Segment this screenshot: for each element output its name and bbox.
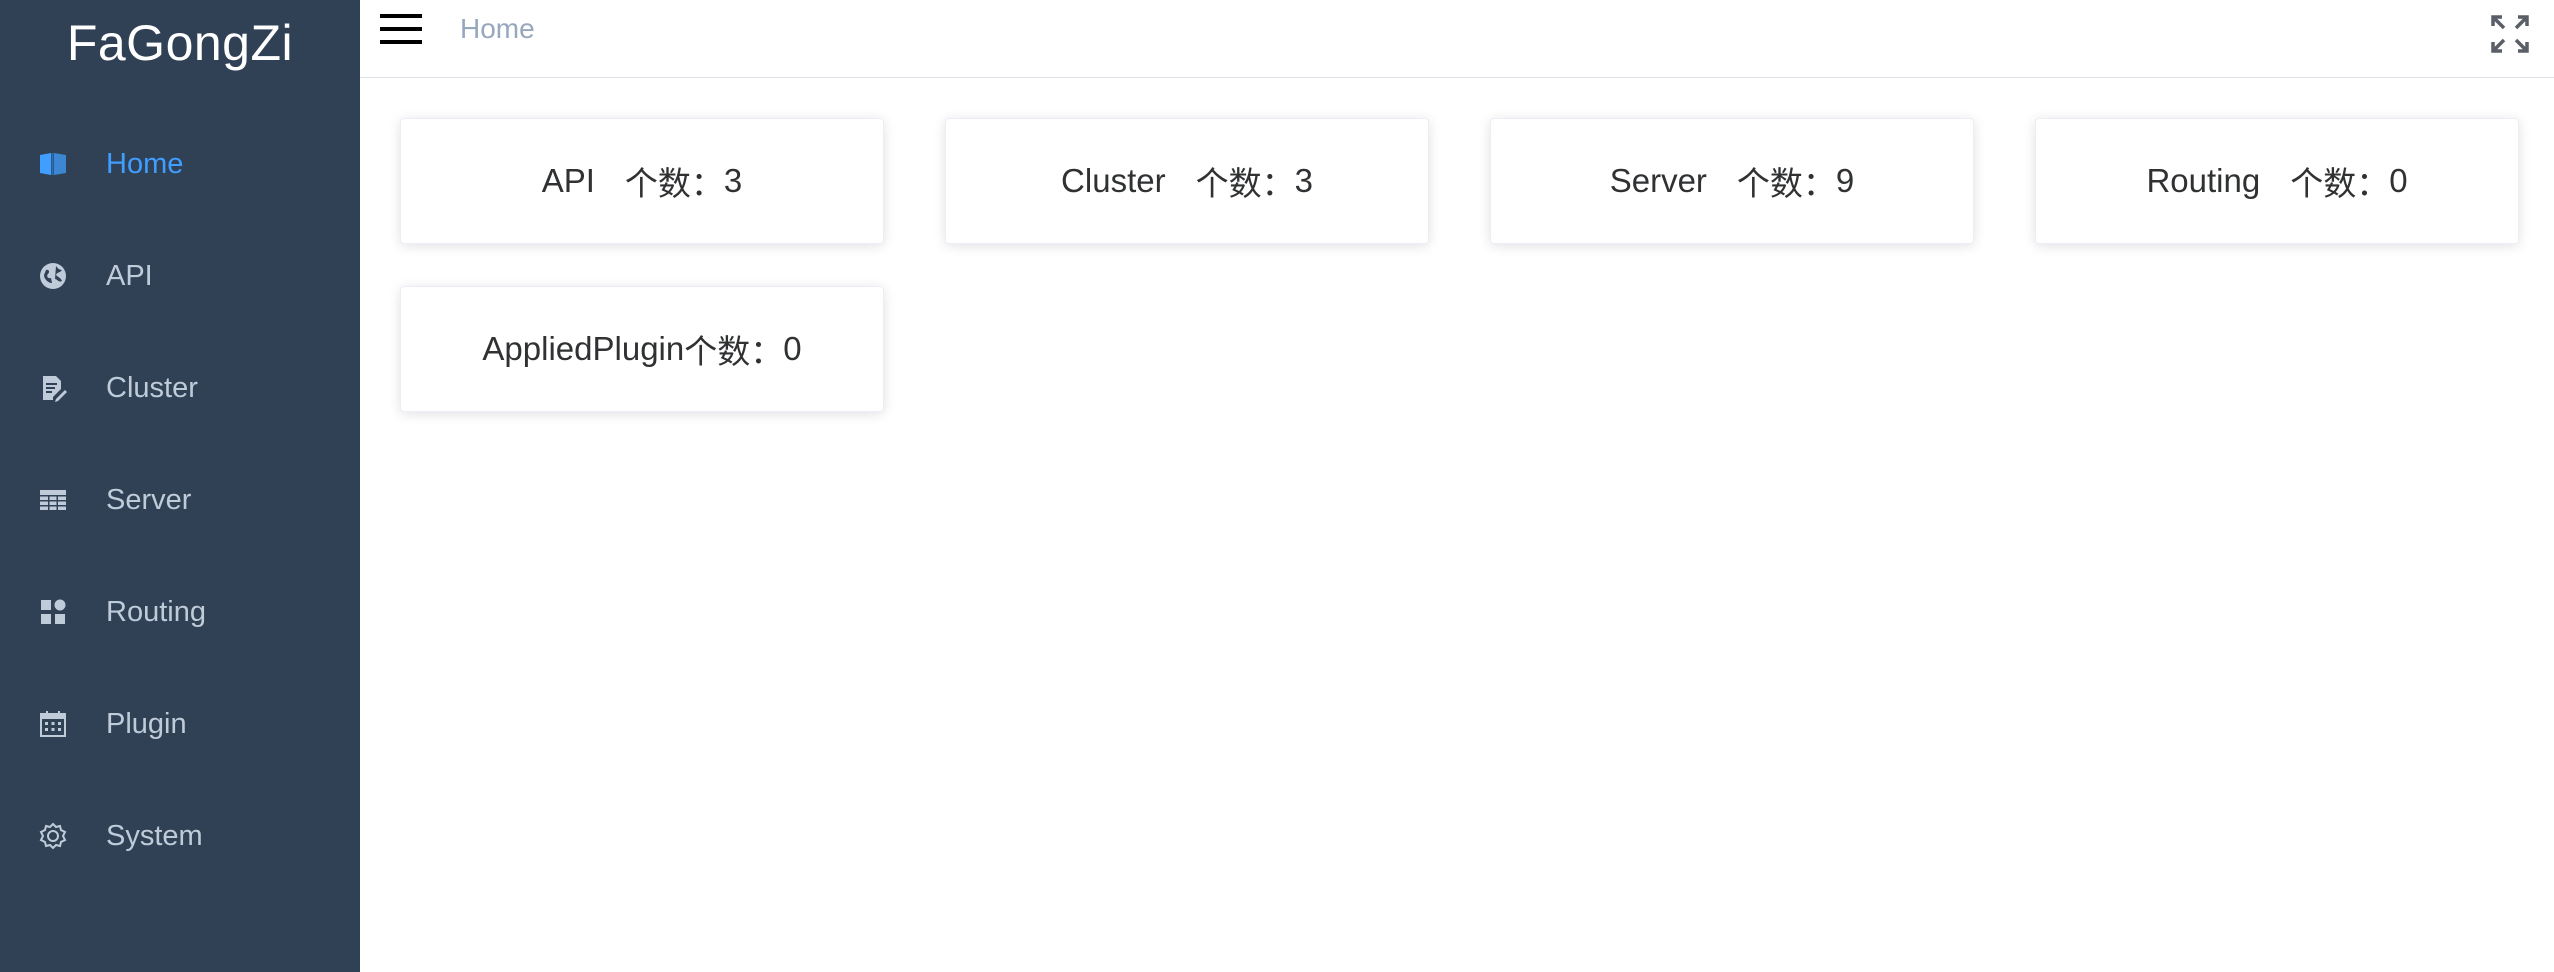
breadcrumb: Home — [460, 13, 535, 44]
sidebar-item-label: System — [106, 819, 203, 852]
stat-card-server: Server 个数： 9 — [1490, 118, 1974, 244]
card-count-label: 个数： — [624, 165, 724, 202]
app-logo[interactable]: FaGongZi — [0, 0, 360, 86]
sidebar-item-plugin[interactable]: Plugin — [0, 668, 360, 780]
top-navbar: Home — [360, 0, 2554, 78]
card-count-label: 个数： — [1195, 165, 1295, 202]
sidebar-item-cluster[interactable]: Cluster — [0, 332, 360, 444]
stat-card-api: API 个数： 3 — [400, 118, 884, 244]
card-count: 3 — [723, 162, 743, 199]
main-area: Home API 个数： 3 Cluster 个数： 3 Server 个数： … — [360, 0, 2554, 972]
card-count-label: 个数： — [1736, 165, 1836, 202]
card-count: 0 — [783, 330, 802, 367]
card-count-label: 个数： — [684, 333, 784, 370]
card-count: 9 — [1835, 162, 1855, 199]
card-count-label: 个数： — [2290, 165, 2390, 202]
stat-card-applied-plugin: AppliedPlugin 个数： 0 — [400, 286, 884, 412]
sidebar-menu: Home API Cluster Server Routing Plugin S… — [0, 108, 360, 892]
card-name: Routing — [2146, 162, 2261, 199]
calendar-icon — [38, 709, 68, 739]
sidebar-item-server[interactable]: Server — [0, 444, 360, 556]
sidebar-item-label: API — [106, 259, 153, 292]
card-count: 3 — [1294, 162, 1313, 199]
sidebar-item-label: Plugin — [106, 707, 187, 740]
gear-icon — [38, 821, 68, 851]
sidebar: FaGongZi Home API Cluster Server Routing… — [0, 0, 360, 972]
stat-card-cluster: Cluster 个数： 3 — [945, 118, 1429, 244]
card-name: Server — [1609, 162, 1707, 199]
sidebar-item-system[interactable]: System — [0, 780, 360, 892]
card-name: API — [541, 162, 595, 199]
card-name: Cluster — [1061, 162, 1166, 199]
dashboard-icon — [38, 597, 68, 627]
table-icon — [38, 485, 68, 515]
hamburger-icon[interactable] — [380, 12, 422, 46]
fullscreen-icon[interactable] — [2490, 14, 2530, 54]
sidebar-item-label: Cluster — [106, 371, 198, 404]
sidebar-item-api[interactable]: API — [0, 220, 360, 332]
sidebar-item-home[interactable]: Home — [0, 108, 360, 220]
stat-card-routing: Routing 个数： 0 — [2035, 118, 2519, 244]
sidebar-item-label: Routing — [106, 595, 206, 628]
card-name: AppliedPlugin — [482, 330, 685, 367]
globe-icon — [38, 261, 68, 291]
document-edit-icon — [38, 373, 68, 403]
sidebar-item-label: Home — [106, 147, 184, 180]
sidebar-item-routing[interactable]: Routing — [0, 556, 360, 668]
book-icon — [38, 149, 68, 179]
card-count: 0 — [2389, 162, 2408, 199]
sidebar-item-label: Server — [106, 483, 192, 516]
